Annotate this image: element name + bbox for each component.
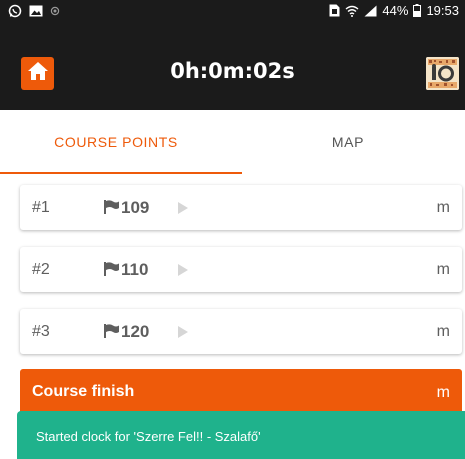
course-point-code: 120 (121, 322, 150, 341)
gallery-icon (29, 5, 43, 17)
course-point-code: 110 (121, 260, 149, 279)
distance-unit: m (436, 199, 450, 216)
app-bar: 0h:0m:02s (0, 22, 465, 110)
course-finish-label: Course finish (32, 383, 135, 400)
elapsed-timer: 0h:0m:02s (170, 59, 295, 83)
flag-icon (104, 200, 119, 219)
course-point-code: 109 (121, 198, 150, 217)
play-arrow-icon (178, 201, 188, 219)
toast-message: Started clock for 'Szerre Fel!! - Szalaf… (36, 429, 261, 444)
course-finish-row[interactable]: Course finish m (20, 369, 462, 417)
clock: 19:53 (426, 3, 459, 18)
play-arrow-icon (178, 325, 188, 343)
location-dot-icon (50, 6, 60, 16)
course-point-row[interactable]: #1 109 m (20, 185, 462, 230)
course-point-row[interactable]: #2 110 m (20, 247, 462, 292)
tab-course-points[interactable]: COURSE POINTS (0, 110, 232, 174)
sim-icon (329, 4, 340, 17)
toast-notification: Started clock for 'Szerre Fel!! - Szalaf… (17, 411, 465, 459)
battery-icon (413, 4, 422, 17)
flag-icon (104, 324, 119, 343)
status-bar-left (8, 4, 60, 18)
tab-bar: COURSE POINTS MAP (0, 110, 465, 174)
wifi-icon (345, 5, 359, 17)
distance-unit: m (436, 261, 450, 278)
finish-distance-unit: m (436, 384, 450, 401)
tab-map[interactable]: MAP (232, 110, 464, 174)
signal-icon (364, 5, 377, 17)
battery-percent: 44% (382, 3, 409, 18)
status-bar: 44% 19:53 (0, 0, 465, 22)
flag-icon (104, 262, 119, 281)
course-point-number: #1 (32, 199, 50, 216)
course-point-number: #2 (32, 261, 50, 278)
whatsapp-icon (8, 4, 22, 18)
status-bar-right: 44% 19:53 (329, 3, 459, 18)
distance-unit: m (436, 323, 450, 340)
play-arrow-icon (178, 263, 188, 281)
course-point-number: #3 (32, 323, 50, 340)
course-point-row[interactable]: #3 120 m (20, 309, 462, 354)
